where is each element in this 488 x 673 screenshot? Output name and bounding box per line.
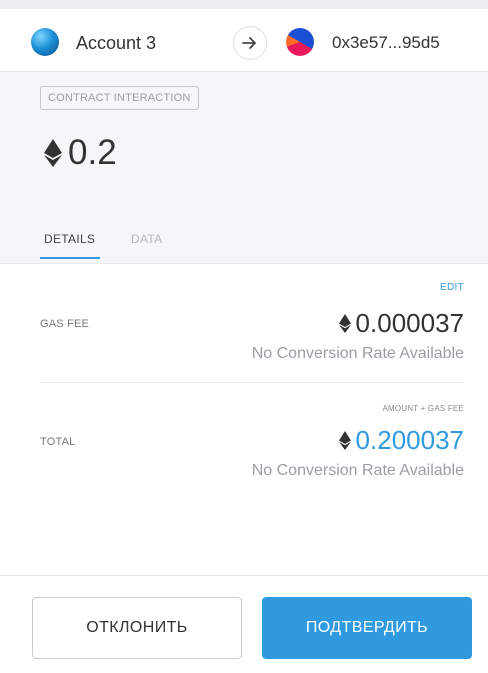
divider xyxy=(40,382,464,383)
reject-button[interactable]: ОТКЛОНИТЬ xyxy=(32,597,242,659)
gas-fee-conversion: No Conversion Rate Available xyxy=(251,345,464,362)
eth-icon xyxy=(338,314,351,333)
amount-value: 0.2 xyxy=(68,133,117,172)
tab-data[interactable]: DATA xyxy=(131,232,162,246)
tab-details[interactable]: DETAILS xyxy=(44,232,95,246)
gas-fee-value-row: 0.000037 xyxy=(338,308,464,339)
eth-icon xyxy=(44,139,62,167)
from-account-name: Account 3 xyxy=(76,33,157,53)
recipient-address[interactable]: 0x3e57...95d5 xyxy=(332,33,440,53)
account-bar: Account 3 0x3e57...95d5 xyxy=(0,9,488,72)
gas-fee-value: 0.000037 xyxy=(355,308,464,338)
top-strip xyxy=(0,0,488,9)
eth-icon xyxy=(338,431,351,450)
transaction-summary: CONTRACT INTERACTION 0.2 DETAILS DATA xyxy=(0,72,488,264)
arrow-right-icon xyxy=(233,26,267,60)
gas-fee-label: GAS FEE xyxy=(40,318,90,330)
account-avatar xyxy=(31,28,59,56)
edit-gas-link[interactable]: EDIT xyxy=(440,282,464,293)
footer-divider xyxy=(0,575,488,576)
active-tab-indicator xyxy=(40,257,100,259)
method-badge: CONTRACT INTERACTION xyxy=(40,86,199,110)
total-caption: AMOUNT + GAS FEE xyxy=(382,404,464,413)
amount-row: 0.2 xyxy=(44,128,117,178)
recipient-avatar xyxy=(286,28,314,56)
total-value: 0.200037 xyxy=(355,425,464,455)
total-value-row: 0.200037 xyxy=(338,425,464,456)
total-label: TOTAL xyxy=(40,436,76,448)
total-conversion: No Conversion Rate Available xyxy=(251,462,464,479)
confirm-button[interactable]: ПОДТВЕРДИТЬ xyxy=(262,597,472,659)
